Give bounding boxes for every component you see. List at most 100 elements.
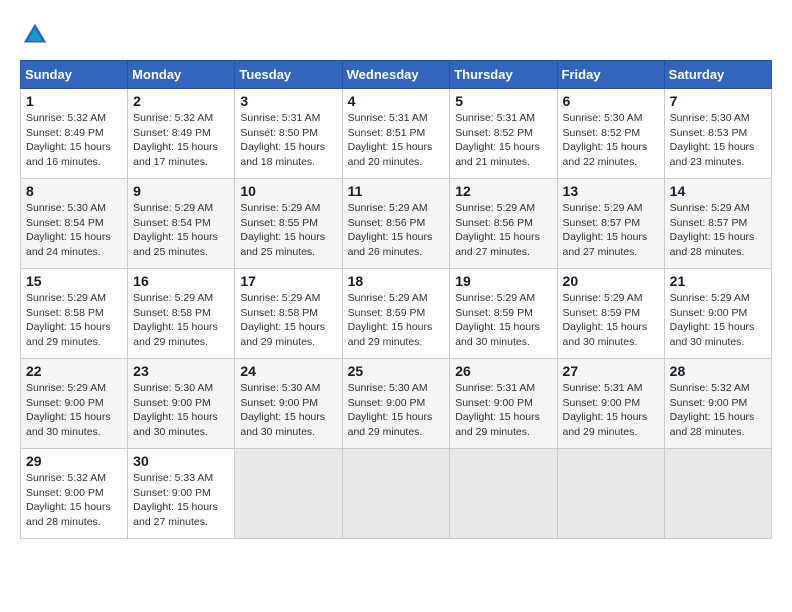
logo (20, 20, 54, 50)
day-number: 16 (133, 273, 229, 289)
calendar-cell: 4 Sunrise: 5:31 AMSunset: 8:51 PMDaylight… (342, 89, 450, 179)
day-info: Sunrise: 5:30 AMSunset: 8:52 PMDaylight:… (563, 111, 659, 170)
calendar-cell: 30 Sunrise: 5:33 AMSunset: 9:00 PMDayligh… (128, 449, 235, 539)
day-number: 30 (133, 453, 229, 469)
day-number: 23 (133, 363, 229, 379)
calendar-week-row: 29 Sunrise: 5:32 AMSunset: 9:00 PMDayligh… (21, 449, 772, 539)
calendar-cell (342, 449, 450, 539)
calendar-cell: 24 Sunrise: 5:30 AMSunset: 9:00 PMDayligh… (235, 359, 342, 449)
calendar-cell (664, 449, 771, 539)
day-number: 7 (670, 93, 766, 109)
day-info: Sunrise: 5:32 AMSunset: 9:00 PMDaylight:… (670, 381, 766, 440)
day-number: 14 (670, 183, 766, 199)
day-number: 10 (240, 183, 336, 199)
day-number: 4 (348, 93, 445, 109)
calendar-week-row: 22Sunrise: 5:29 AMSunset: 9:00 PMDayligh… (21, 359, 772, 449)
calendar-cell: 17 Sunrise: 5:29 AMSunset: 8:58 PMDayligh… (235, 269, 342, 359)
day-number: 5 (455, 93, 551, 109)
day-number: 8 (26, 183, 122, 199)
day-number: 12 (455, 183, 551, 199)
calendar-cell: 5Sunrise: 5:31 AMSunset: 8:52 PMDaylight… (450, 89, 557, 179)
calendar-cell: 3 Sunrise: 5:31 AMSunset: 8:50 PMDaylight… (235, 89, 342, 179)
day-info: Sunrise: 5:31 AMSunset: 9:00 PMDaylight:… (455, 381, 551, 440)
day-info: Sunrise: 5:29 AMSunset: 8:56 PMDaylight:… (455, 201, 551, 260)
calendar-week-row: 8 Sunrise: 5:30 AMSunset: 8:54 PMDaylight… (21, 179, 772, 269)
day-number: 28 (670, 363, 766, 379)
day-info: Sunrise: 5:29 AMSunset: 8:57 PMDaylight:… (670, 201, 766, 260)
day-number: 13 (563, 183, 659, 199)
calendar-cell: 1 Sunrise: 5:32 AMSunset: 8:49 PMDaylight… (21, 89, 128, 179)
calendar-cell: 13 Sunrise: 5:29 AMSunset: 8:57 PMDayligh… (557, 179, 664, 269)
header-wednesday: Wednesday (342, 61, 450, 89)
day-info: Sunrise: 5:30 AMSunset: 9:00 PMDaylight:… (240, 381, 336, 440)
day-info: Sunrise: 5:29 AMSunset: 8:59 PMDaylight:… (455, 291, 551, 350)
day-number: 3 (240, 93, 336, 109)
day-number: 20 (563, 273, 659, 289)
header-tuesday: Tuesday (235, 61, 342, 89)
day-number: 9 (133, 183, 229, 199)
calendar-cell: 25 Sunrise: 5:30 AMSunset: 9:00 PMDayligh… (342, 359, 450, 449)
header-friday: Friday (557, 61, 664, 89)
day-number: 15 (26, 273, 122, 289)
day-info: Sunrise: 5:31 AMSunset: 8:50 PMDaylight:… (240, 111, 336, 170)
calendar-cell: 23 Sunrise: 5:30 AMSunset: 9:00 PMDayligh… (128, 359, 235, 449)
day-info: Sunrise: 5:30 AMSunset: 9:00 PMDaylight:… (133, 381, 229, 440)
header-thursday: Thursday (450, 61, 557, 89)
day-number: 1 (26, 93, 122, 109)
day-info: Sunrise: 5:30 AMSunset: 8:54 PMDaylight:… (26, 201, 122, 260)
calendar-cell (450, 449, 557, 539)
logo-icon (20, 20, 50, 50)
day-number: 24 (240, 363, 336, 379)
day-info: Sunrise: 5:29 AMSunset: 8:59 PMDaylight:… (348, 291, 445, 350)
day-number: 25 (348, 363, 445, 379)
day-number: 21 (670, 273, 766, 289)
day-number: 29 (26, 453, 122, 469)
day-info: Sunrise: 5:31 AMSunset: 8:51 PMDaylight:… (348, 111, 445, 170)
calendar-week-row: 1 Sunrise: 5:32 AMSunset: 8:49 PMDaylight… (21, 89, 772, 179)
calendar-cell: 16Sunrise: 5:29 AMSunset: 8:58 PMDayligh… (128, 269, 235, 359)
calendar-cell: 8 Sunrise: 5:30 AMSunset: 8:54 PMDaylight… (21, 179, 128, 269)
calendar-cell: 27 Sunrise: 5:31 AMSunset: 9:00 PMDayligh… (557, 359, 664, 449)
day-number: 2 (133, 93, 229, 109)
calendar-week-row: 15 Sunrise: 5:29 AMSunset: 8:58 PMDayligh… (21, 269, 772, 359)
day-number: 26 (455, 363, 551, 379)
calendar-cell: 29 Sunrise: 5:32 AMSunset: 9:00 PMDayligh… (21, 449, 128, 539)
day-info: Sunrise: 5:29 AMSunset: 8:58 PMDaylight:… (240, 291, 336, 350)
day-info: Sunrise: 5:31 AMSunset: 9:00 PMDaylight:… (563, 381, 659, 440)
day-info: Sunrise: 5:29 AMSunset: 8:58 PMDaylight:… (26, 291, 122, 350)
day-info: Sunrise: 5:29 AMSunset: 8:55 PMDaylight:… (240, 201, 336, 260)
header-saturday: Saturday (664, 61, 771, 89)
day-number: 6 (563, 93, 659, 109)
day-number: 19 (455, 273, 551, 289)
calendar-cell: 21 Sunrise: 5:29 AMSunset: 9:00 PMDayligh… (664, 269, 771, 359)
calendar-cell: 10 Sunrise: 5:29 AMSunset: 8:55 PMDayligh… (235, 179, 342, 269)
day-info: Sunrise: 5:33 AMSunset: 9:00 PMDaylight:… (133, 471, 229, 530)
day-number: 27 (563, 363, 659, 379)
calendar-header-row: SundayMondayTuesdayWednesdayThursdayFrid… (21, 61, 772, 89)
day-info: Sunrise: 5:30 AMSunset: 8:53 PMDaylight:… (670, 111, 766, 170)
day-number: 22 (26, 363, 122, 379)
day-info: Sunrise: 5:29 AMSunset: 8:54 PMDaylight:… (133, 201, 229, 260)
calendar-cell: 11Sunrise: 5:29 AMSunset: 8:56 PMDayligh… (342, 179, 450, 269)
header-sunday: Sunday (21, 61, 128, 89)
calendar-cell: 7 Sunrise: 5:30 AMSunset: 8:53 PMDaylight… (664, 89, 771, 179)
day-info: Sunrise: 5:32 AMSunset: 8:49 PMDaylight:… (26, 111, 122, 170)
day-info: Sunrise: 5:29 AMSunset: 9:00 PMDaylight:… (670, 291, 766, 350)
calendar-cell: 18 Sunrise: 5:29 AMSunset: 8:59 PMDayligh… (342, 269, 450, 359)
day-number: 18 (348, 273, 445, 289)
page-header (20, 20, 772, 50)
day-info: Sunrise: 5:32 AMSunset: 9:00 PMDaylight:… (26, 471, 122, 530)
day-info: Sunrise: 5:30 AMSunset: 9:00 PMDaylight:… (348, 381, 445, 440)
day-number: 17 (240, 273, 336, 289)
calendar-cell: 26 Sunrise: 5:31 AMSunset: 9:00 PMDayligh… (450, 359, 557, 449)
calendar-cell: 28 Sunrise: 5:32 AMSunset: 9:00 PMDayligh… (664, 359, 771, 449)
header-monday: Monday (128, 61, 235, 89)
calendar-cell (235, 449, 342, 539)
calendar-cell: 20Sunrise: 5:29 AMSunset: 8:59 PMDayligh… (557, 269, 664, 359)
calendar-cell: 12 Sunrise: 5:29 AMSunset: 8:56 PMDayligh… (450, 179, 557, 269)
calendar-cell: 6 Sunrise: 5:30 AMSunset: 8:52 PMDaylight… (557, 89, 664, 179)
day-info: Sunrise: 5:29 AMSunset: 8:57 PMDaylight:… (563, 201, 659, 260)
calendar-cell: 9 Sunrise: 5:29 AMSunset: 8:54 PMDaylight… (128, 179, 235, 269)
calendar-cell: 19 Sunrise: 5:29 AMSunset: 8:59 PMDayligh… (450, 269, 557, 359)
calendar-cell: 14 Sunrise: 5:29 AMSunset: 8:57 PMDayligh… (664, 179, 771, 269)
